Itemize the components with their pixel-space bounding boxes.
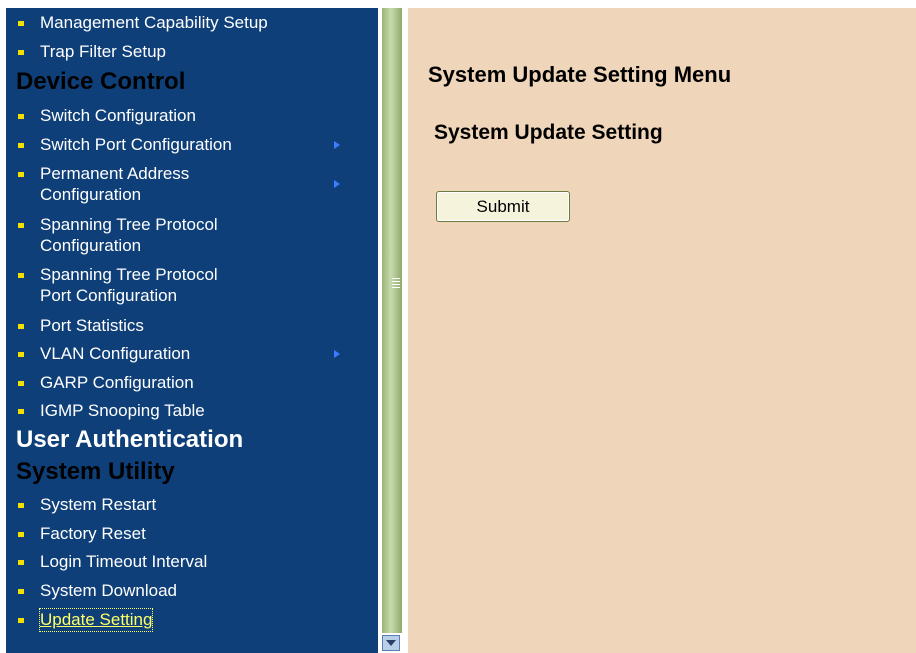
section-system-utility[interactable]: System Utility [16,458,175,486]
bullet-icon [18,223,24,228]
frame-splitter[interactable] [378,8,408,653]
submenu-arrow-icon [334,141,340,149]
bullet-icon [18,618,24,623]
section-device-control[interactable]: Device Control [16,68,185,96]
bullet-icon [18,381,24,386]
bullet-icon [18,143,24,148]
sidebar-nav: Management Capability Setup Trap Filter … [6,8,378,653]
grip-icon [392,278,400,290]
submenu-arrow-icon [334,180,340,188]
bullet-icon [18,21,24,26]
section-user-authentication[interactable]: User Authentication [16,426,243,454]
submit-button[interactable]: Submit [436,191,570,222]
section-title: System Update Setting [434,121,663,144]
bullet-icon [18,589,24,594]
page-title: System Update Setting Menu [428,62,732,87]
splitter-bar[interactable] [382,8,402,633]
bullet-icon [18,50,24,55]
bullet-icon [18,172,24,177]
submenu-arrow-icon [334,350,340,358]
chevron-down-icon [386,640,396,646]
bullet-icon [18,532,24,537]
main-content: System Update Setting Menu System Update… [408,8,916,653]
bullet-icon [18,352,24,357]
bullet-icon [18,324,24,329]
bullet-icon [18,114,24,119]
bullet-icon [18,560,24,565]
bullet-icon [18,409,24,414]
scroll-down-button[interactable] [382,635,400,651]
bullet-icon [18,503,24,508]
bullet-icon [18,273,24,278]
